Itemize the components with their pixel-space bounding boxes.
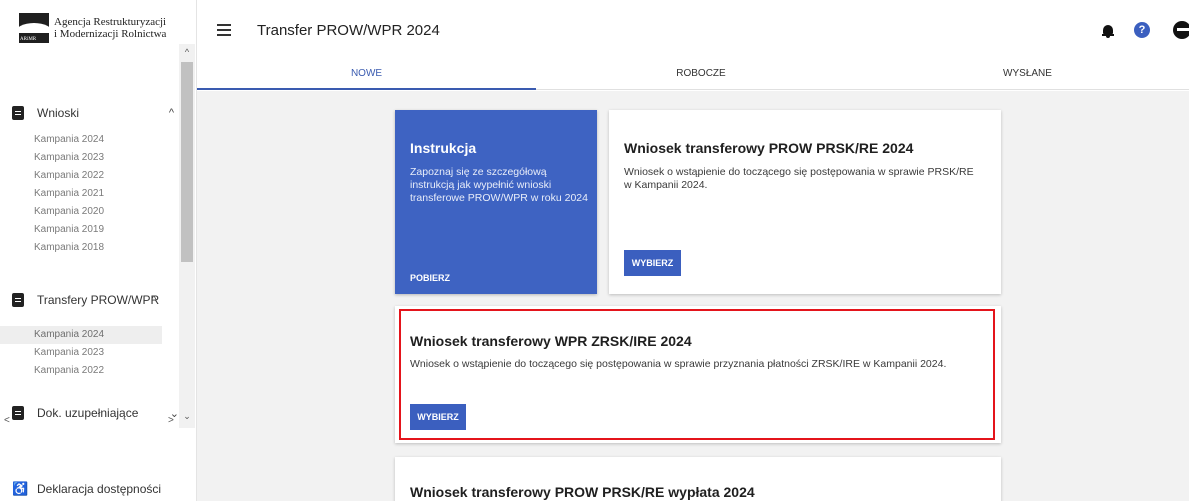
chevron-up-icon[interactable]: ^ — [169, 107, 174, 119]
highlight-frame — [399, 309, 995, 440]
nav-accessibility[interactable]: ♿ Deklaracja dostępności — [12, 481, 161, 497]
bell-icon[interactable] — [1102, 24, 1114, 38]
select-button[interactable]: WYBIERZ — [624, 250, 681, 276]
download-link[interactable]: POBIERZ — [410, 273, 450, 283]
arimr-logo-icon: ARiMR — [19, 13, 49, 43]
top-bar: Transfer PROW/WPR 2024 ? — [197, 0, 1189, 60]
tab-robocze[interactable]: ROBOCZE — [536, 60, 866, 90]
clipboard-icon — [12, 106, 24, 120]
nav-head-label: Wnioski — [37, 106, 80, 120]
agency-logo[interactable]: ARiMR Agencja Restrukturyzacji i Moderni… — [19, 13, 166, 43]
nav-head-transfery[interactable]: Transfery PROW/WPR ^ — [0, 290, 179, 310]
help-icon[interactable]: ? — [1134, 22, 1150, 38]
accessibility-icon: ♿ — [12, 481, 29, 496]
scroll-down-arrow-icon[interactable]: ⌄ — [179, 408, 195, 424]
scroll-right-arrow-icon[interactable]: > — [168, 415, 174, 426]
nav-group-wnioski: Wnioski ^ Kampania 2024 Kampania 2023 Ka… — [0, 103, 179, 257]
sidebar-item-kampania-2022[interactable]: Kampania 2022 — [0, 167, 179, 185]
card-title: Wniosek transferowy PROW PRSK/RE wypłata… — [410, 484, 755, 500]
sidebar-item-kampania-2021[interactable]: Kampania 2021 — [0, 185, 179, 203]
nav-items-wnioski: Kampania 2024 Kampania 2023 Kampania 202… — [0, 131, 179, 257]
card-prow-prsk-re-wyplata: Wniosek transferowy PROW PRSK/RE wypłata… — [395, 457, 1001, 501]
nav-head-label: Transfery PROW/WPR — [37, 293, 160, 307]
logo-line-2: i Modernizacji Rolnictwa — [54, 28, 167, 40]
tab-bar: NOWE ROBOCZE WYSŁANE — [197, 60, 1189, 90]
logo-text: Agencja Restrukturyzacji i Modernizacji … — [54, 16, 166, 40]
nav-head-wnioski[interactable]: Wnioski ^ — [0, 103, 179, 123]
user-account-icon[interactable] — [1173, 21, 1189, 39]
tab-wyslane[interactable]: WYSŁANE — [866, 60, 1189, 90]
card-description: Wniosek o wstąpienie do toczącego się po… — [624, 166, 974, 191]
scroll-thumb[interactable] — [181, 62, 193, 262]
logo-abbr: ARiMR — [20, 37, 37, 42]
logo-line-1: Agencja Restrukturyzacji — [54, 16, 167, 28]
sidebar-item-kampania-2020[interactable]: Kampania 2020 — [0, 203, 179, 221]
hamburger-menu-icon[interactable] — [217, 24, 231, 36]
sidebar-horizontal-scrollbar[interactable]: < > — [0, 415, 179, 429]
sidebar-scrollbar[interactable]: ^ ⌄ — [179, 44, 195, 428]
sidebar-item-transfer-kampania-2024[interactable]: Kampania 2024 — [0, 326, 162, 344]
sidebar-item-transfer-kampania-2023[interactable]: Kampania 2023 — [0, 344, 179, 362]
main-content: Instrukcja Zapoznaj się ze szczegółową i… — [197, 91, 1189, 501]
nav-group-transfery: Transfery PROW/WPR ^ Kampania 2024 Kampa… — [0, 290, 179, 380]
clipboard-icon — [12, 293, 24, 307]
instruction-card: Instrukcja Zapoznaj się ze szczegółową i… — [395, 110, 597, 294]
instruction-title: Instrukcja — [410, 140, 477, 156]
nav-items-transfery: Kampania 2024 Kampania 2023 Kampania 202… — [0, 326, 179, 380]
card-title: Wniosek transferowy PROW PRSK/RE 2024 — [624, 140, 914, 156]
sidebar-item-transfer-kampania-2022[interactable]: Kampania 2022 — [0, 362, 179, 380]
scroll-left-arrow-icon[interactable]: < — [4, 415, 10, 426]
sidebar-item-kampania-2018[interactable]: Kampania 2018 — [0, 239, 179, 257]
accessibility-label: Deklaracja dostępności — [37, 482, 162, 496]
scroll-up-arrow-icon[interactable]: ^ — [179, 44, 195, 60]
tab-nowe[interactable]: NOWE — [197, 60, 536, 90]
sidebar-item-kampania-2023[interactable]: Kampania 2023 — [0, 149, 179, 167]
app-window: ARiMR Agencja Restrukturyzacji i Moderni… — [0, 0, 1189, 501]
page-title: Transfer PROW/WPR 2024 — [257, 22, 440, 39]
chevron-up-icon[interactable]: ^ — [151, 294, 156, 306]
card-prow-prsk-re: Wniosek transferowy PROW PRSK/RE 2024 Wn… — [609, 110, 1001, 294]
sidebar-item-kampania-2019[interactable]: Kampania 2019 — [0, 221, 179, 239]
instruction-text: Zapoznaj się ze szczegółową instrukcją j… — [410, 166, 588, 204]
sidebar-item-kampania-2024[interactable]: Kampania 2024 — [0, 131, 179, 149]
sidebar: ARiMR Agencja Restrukturyzacji i Moderni… — [0, 0, 197, 501]
